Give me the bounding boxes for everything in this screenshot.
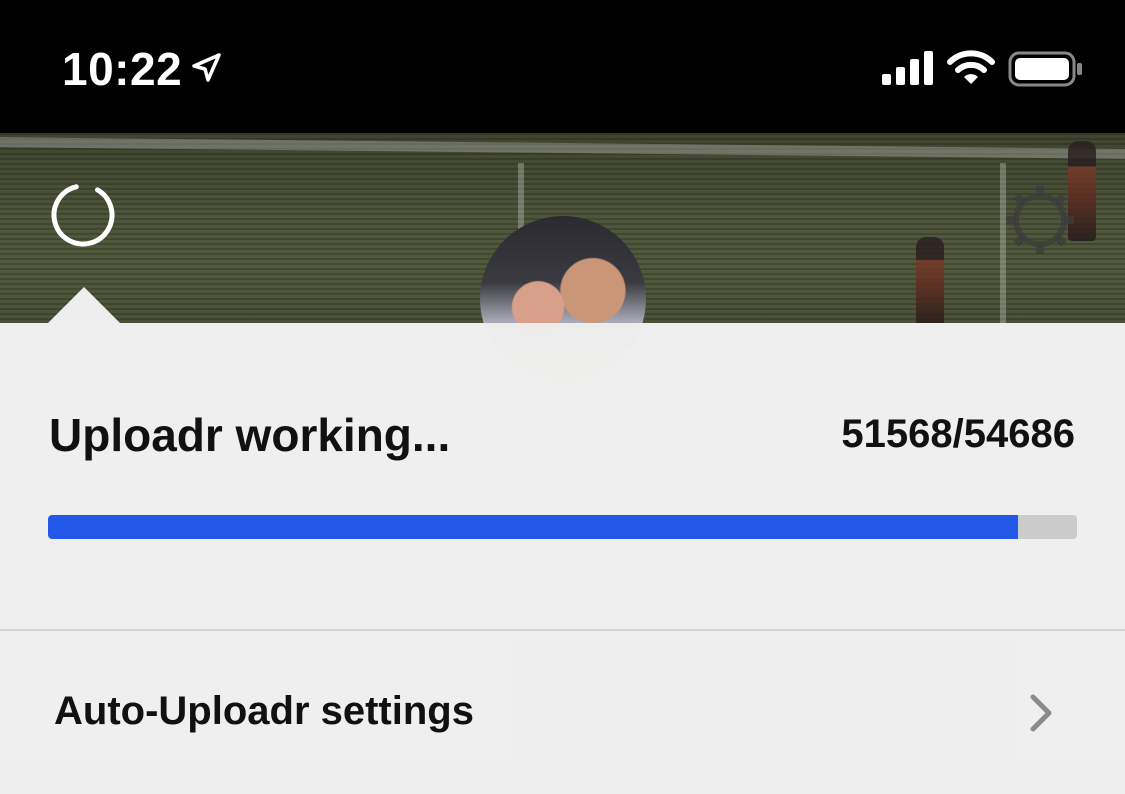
- status-time: 10:22: [62, 43, 183, 95]
- gear-icon[interactable]: [1004, 184, 1076, 256]
- status-bar: 10:22: [0, 0, 1125, 133]
- auto-uploadr-settings-row[interactable]: Auto-Uploadr settings: [0, 631, 1125, 794]
- location-arrow-icon: [192, 53, 221, 82]
- upload-count: 51568/54686: [841, 412, 1075, 456]
- upload-progress-bar: [48, 515, 1077, 539]
- cover-field-rail: [0, 137, 1125, 159]
- settings-row-label: Auto-Uploadr settings: [54, 689, 474, 733]
- loading-spinner-icon[interactable]: [48, 180, 118, 250]
- wifi-icon: [947, 50, 995, 84]
- upload-status-title: Uploadr working...: [49, 409, 451, 461]
- cellular-signal-icon: [882, 51, 933, 85]
- popover-pointer: [47, 287, 121, 324]
- chevron-right-icon: [1030, 694, 1052, 732]
- upload-progress-fill: [48, 515, 1019, 539]
- battery-icon: [1008, 51, 1082, 87]
- cover-figure: [916, 237, 944, 323]
